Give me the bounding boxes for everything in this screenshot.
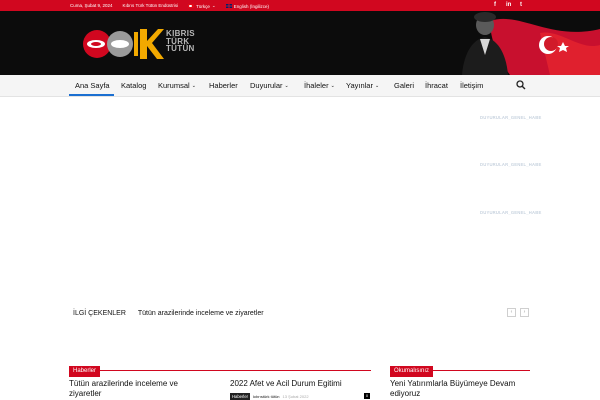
sidebar-widget-label[interactable]: DUYURULAR_GENEL_HABE xyxy=(480,115,541,120)
trending-link[interactable]: Tütün arazilerinde inceleme ve ziyaretle… xyxy=(138,310,264,317)
k-letter-logo-icon xyxy=(140,29,164,59)
post-title[interactable]: 2022 Afet ve Acil Durum Egitimi xyxy=(230,379,375,389)
linkedin-icon[interactable]: in xyxy=(506,2,511,8)
chevron-down-icon: ⌄ xyxy=(284,83,289,89)
comment-count[interactable]: 0 xyxy=(364,393,370,399)
ticker-next-button[interactable]: › xyxy=(520,308,529,317)
ataturk-flag-banner-icon xyxy=(462,12,600,75)
sidebar-widget-label[interactable]: DUYURULAR_GENEL_HABE xyxy=(480,210,541,215)
section-header-haberler: Haberler xyxy=(69,359,371,377)
category-badge[interactable]: Haberler xyxy=(230,393,251,400)
nav-item-iletisim[interactable]: İletişim xyxy=(460,81,483,90)
main-navigation: Ana Sayfa Katalog Kurumsal ⌄ Haberler Duy… xyxy=(0,75,600,97)
twitter-icon[interactable]: t xyxy=(520,2,522,8)
nav-item-duyurular[interactable]: Duyurular ⌄ xyxy=(250,81,289,90)
trending-label: İLGİ ÇEKENLER xyxy=(73,310,126,317)
nav-item-haberler[interactable]: Haberler xyxy=(209,81,238,90)
post-title[interactable]: Yeni Yatırımlarla Büyümeye Devam ediyoru… xyxy=(390,379,535,399)
nav-item-yayinlar[interactable]: Yayınlar ⌄ xyxy=(346,81,379,90)
post-title[interactable]: Tütün arazilerinde inceleme ve ziyaretle… xyxy=(69,379,199,399)
nav-item-ihracat[interactable]: İhracat xyxy=(425,81,448,90)
language-turkish[interactable]: Türkçe ⌄ xyxy=(188,3,216,9)
logo-wordmark: KIBRIS TÜRK TÜTÜN xyxy=(166,29,195,53)
facebook-icon[interactable]: f xyxy=(494,2,496,8)
nav-active-indicator xyxy=(69,94,114,96)
company-logo-icon[interactable] xyxy=(80,27,138,61)
post-date: 13 Şubat 2022 xyxy=(282,394,309,399)
turkish-flag-icon xyxy=(188,4,195,8)
post-meta: Haberler kıbrıstürk tütün 13 Şubat 2022 xyxy=(230,393,309,400)
sidebar-widget-label[interactable]: DUYURULAR_GENEL_HABE xyxy=(480,162,541,167)
company-link[interactable]: Kıbrıs Türk Tütün Endüstrisi xyxy=(123,3,179,9)
nav-item-kurumsal[interactable]: Kurumsal ⌄ xyxy=(158,81,196,90)
current-date: Cuma, Şubat 9, 2024 xyxy=(70,3,113,8)
nav-item-katalog[interactable]: Katalog xyxy=(121,81,146,90)
post-author[interactable]: kıbrıstürk tütün xyxy=(253,394,279,399)
chevron-down-icon: ⌄ xyxy=(330,83,335,89)
chevron-down-icon: ⌄ xyxy=(374,83,380,89)
trending-ticker: İLGİ ÇEKENLER Tütün arazilerinde incelem… xyxy=(73,310,264,317)
nav-item-ana-sayfa[interactable]: Ana Sayfa xyxy=(75,81,110,90)
section-header-okumalisiniz: Okumalısınız xyxy=(390,359,530,377)
top-bar-info: Cuma, Şubat 9, 2024 Kıbrıs Türk Tütün En… xyxy=(70,3,269,9)
chevron-down-icon: ⌄ xyxy=(211,3,216,8)
ticker-prev-button[interactable]: ‹ xyxy=(507,308,516,317)
uk-flag-icon xyxy=(225,4,232,8)
chevron-down-icon: ⌄ xyxy=(191,83,196,89)
top-bar: Cuma, Şubat 9, 2024 Kıbrıs Türk Tütün En… xyxy=(0,0,600,11)
nav-item-ihaleler[interactable]: İhaleler ⌄ xyxy=(304,81,335,90)
site-header: KIBRIS TÜRK TÜTÜN xyxy=(0,11,600,75)
search-icon[interactable] xyxy=(516,80,526,90)
language-english[interactable]: English (İngilizce) xyxy=(225,3,269,9)
nav-item-galeri[interactable]: Galeri xyxy=(394,81,414,90)
